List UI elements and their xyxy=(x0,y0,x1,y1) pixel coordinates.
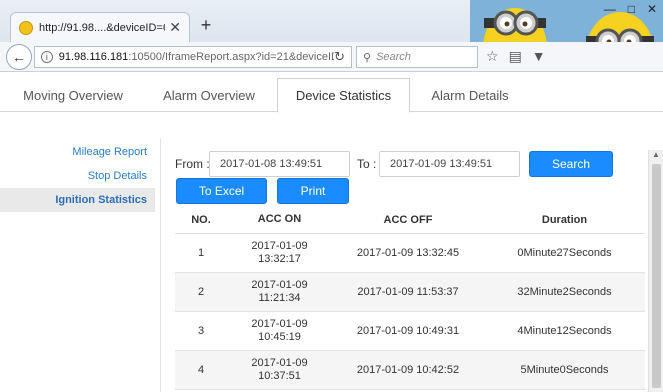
header-duration: Duration xyxy=(541,213,588,226)
table-row: 3 2017-01-09 10:45:19 2017-01-09 10:49:31… xyxy=(175,312,645,351)
tab-close-icon[interactable]: ✕ xyxy=(169,19,181,36)
cell-duration: 5Minute0Seconds xyxy=(520,364,609,376)
address-bar[interactable]: i 91.98.116.181 :10500/IframeReport.aspx… xyxy=(34,46,352,68)
reload-icon[interactable]: ↻ xyxy=(334,49,345,65)
search-placeholder: Search xyxy=(376,51,411,63)
search-button[interactable]: Search xyxy=(529,151,613,177)
to-excel-button[interactable]: To Excel xyxy=(176,178,267,204)
from-label: From : xyxy=(175,157,210,171)
scrollbar-thumb[interactable] xyxy=(652,164,661,388)
from-date-input[interactable]: 2017-01-08 13:49:51 xyxy=(209,151,350,177)
tab-moving-overview[interactable]: Moving Overview xyxy=(10,78,136,112)
minimize-icon[interactable]: — xyxy=(604,2,616,16)
side-menu: Mileage Report Stop Details Ignition Sta… xyxy=(0,140,155,212)
table-header: NO. ACC ON ACC OFF Duration xyxy=(175,206,645,234)
close-window-icon[interactable]: ✕ xyxy=(647,2,657,16)
table-row: 2 2017-01-09 11:21:34 2017-01-09 11:53:37… xyxy=(175,273,645,312)
to-label: To : xyxy=(357,157,377,171)
cell-acc-off: 2017-01-09 10:49:31 xyxy=(356,325,460,337)
new-tab-button[interactable]: + xyxy=(198,16,214,34)
acc-on-date: 2017-01-09 xyxy=(251,279,308,291)
tab-device-statistics[interactable]: Device Statistics xyxy=(277,78,410,113)
header-acc-on: ACC ON xyxy=(257,213,302,225)
cell-duration: 4Minute12Seconds xyxy=(517,325,612,337)
cell-duration: 32Minute2Seconds xyxy=(517,286,612,298)
url-host: 91.98.116.181 xyxy=(58,51,129,63)
header-acc-off: ACC OFF xyxy=(383,213,433,226)
acc-on-time: 11:21:34 xyxy=(258,292,301,304)
cell-acc-on: 2017-01-09 13:32:17 xyxy=(227,240,332,266)
browser-navbar: ← i 91.98.116.181 :10500/IframeReport.as… xyxy=(0,42,663,72)
scroll-up-icon[interactable]: ▲ xyxy=(649,150,663,162)
browser-titlebar: http://91.98....&deviceID=67 ✕ + — □ ✕ xyxy=(0,0,663,72)
reader-icon[interactable]: ▤ xyxy=(509,48,522,65)
acc-on-date: 2017-01-09 xyxy=(251,240,308,252)
header-no: NO. xyxy=(191,213,211,226)
tab-title: http://91.98....&deviceID=67 xyxy=(39,21,166,34)
browser-toolbar-icons: ☆ ▤ ▼ xyxy=(486,48,546,65)
search-icon: ⚲ xyxy=(363,51,372,64)
cell-acc-off: 2017-01-09 11:53:37 xyxy=(357,286,459,298)
vertical-scrollbar[interactable]: ▲ xyxy=(648,150,663,392)
acc-on-time: 13:32:17 xyxy=(258,253,301,265)
sidemenu-item-stop-details[interactable]: Stop Details xyxy=(0,164,155,188)
star-icon[interactable]: ☆ xyxy=(486,48,499,65)
favicon-icon xyxy=(19,20,33,35)
browser-search-input[interactable]: ⚲ Search xyxy=(356,46,478,68)
to-date-input[interactable]: 2017-01-09 13:49:51 xyxy=(379,151,520,177)
table-row: 4 2017-01-09 10:37:51 2017-01-09 10:42:52… xyxy=(175,351,645,390)
cell-no: 4 xyxy=(197,364,205,376)
acc-on-date: 2017-01-09 xyxy=(251,357,308,369)
info-icon[interactable]: i xyxy=(41,51,53,63)
acc-on-time: 10:37:51 xyxy=(258,370,301,382)
maximize-icon[interactable]: □ xyxy=(628,2,635,16)
sidemenu-item-ignition-statistics[interactable]: Ignition Statistics xyxy=(0,188,155,212)
tab-alarm-overview[interactable]: Alarm Overview xyxy=(146,78,272,112)
table-row: 1 2017-01-09 13:32:17 2017-01-09 13:32:45… xyxy=(175,234,645,273)
acc-on-time: 10:45:19 xyxy=(258,331,301,343)
cell-duration: 0Minute27Seconds xyxy=(517,247,612,259)
url-path: :10500/IframeReport.aspx?id=21&deviceID xyxy=(128,51,335,63)
cell-acc-on: 2017-01-09 10:45:19 xyxy=(227,318,332,344)
back-icon: ← xyxy=(12,49,26,65)
acc-on-date: 2017-01-09 xyxy=(251,318,308,330)
browser-tab[interactable]: http://91.98....&deviceID=67 ✕ xyxy=(10,12,190,42)
tab-alarm-details[interactable]: Alarm Details xyxy=(410,78,530,112)
cell-acc-off: 2017-01-09 10:42:52 xyxy=(356,364,460,376)
back-button[interactable]: ← xyxy=(6,44,32,70)
window-controls: — □ ✕ xyxy=(604,2,657,16)
ignition-table: NO. ACC ON ACC OFF Duration 1 2017-01-09… xyxy=(175,206,645,390)
cell-acc-on: 2017-01-09 11:21:34 xyxy=(227,279,332,305)
page-tabs: Moving Overview Alarm Overview Device St… xyxy=(0,72,663,113)
print-button[interactable]: Print xyxy=(277,178,349,204)
cell-no: 1 xyxy=(197,247,205,259)
cell-no: 3 xyxy=(197,325,205,337)
pocket-icon[interactable]: ▼ xyxy=(532,48,546,65)
sidemenu-item-mileage-report[interactable]: Mileage Report xyxy=(0,140,155,164)
cell-acc-off: 2017-01-09 13:32:45 xyxy=(356,247,460,259)
content-divider xyxy=(160,138,161,392)
cell-acc-on: 2017-01-09 10:37:51 xyxy=(227,357,332,383)
cell-no: 2 xyxy=(197,286,205,298)
